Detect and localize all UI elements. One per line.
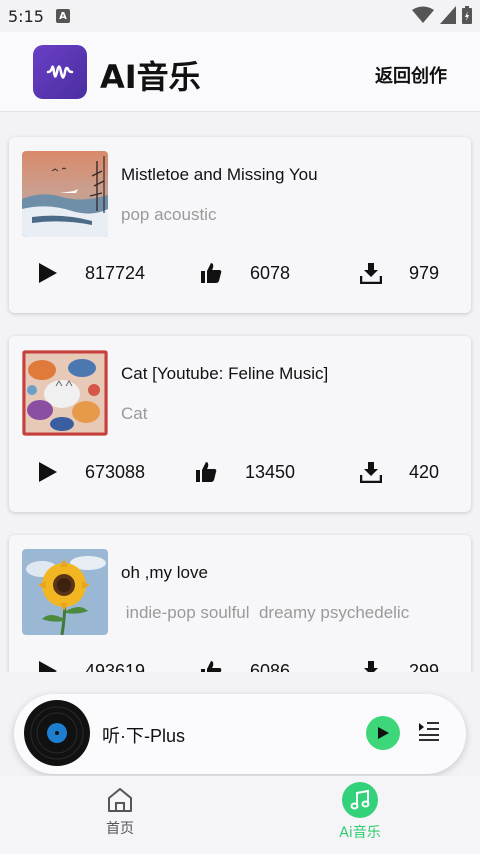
song-cover-image: [22, 549, 108, 635]
nav-ai-music-label: Ai音乐: [339, 825, 381, 841]
playlist-icon[interactable]: [418, 720, 440, 742]
song-cover-image: [22, 151, 108, 237]
play-icon[interactable]: [36, 262, 58, 284]
song-stats: 493619 6086 299: [9, 657, 471, 672]
waveform-icon: [46, 65, 74, 79]
play-count: 493619: [85, 661, 146, 672]
music-note-icon: [342, 782, 378, 818]
song-card[interactable]: Mistletoe and Missing You pop acoustic 8…: [9, 137, 471, 313]
play-button[interactable]: [366, 716, 400, 750]
wifi-icon: [412, 6, 434, 23]
song-tags: indie-pop soulful dreamy psychedelic: [121, 603, 410, 622]
play-icon: [378, 727, 389, 739]
status-bar: 5:15 A: [0, 0, 480, 32]
notification-icon: A: [55, 9, 70, 23]
song-stats: 817724 6078 979: [9, 259, 471, 289]
status-time: 5:15: [8, 6, 44, 26]
mini-player[interactable]: 听·下-Plus: [14, 694, 466, 774]
song-cover-image: [22, 350, 108, 436]
like-count: 13450: [245, 462, 296, 482]
download-icon[interactable]: [360, 262, 382, 284]
bottom-nav: 首页 Ai音乐: [0, 776, 480, 854]
now-playing-title: 听·下-Plus: [102, 726, 186, 746]
signal-icon: [440, 6, 456, 24]
song-card[interactable]: Cat [Youtube: Feline Music] Cat 673088 1…: [9, 336, 471, 512]
status-icons: [412, 6, 472, 24]
play-count: 817724: [85, 263, 146, 283]
home-icon: [108, 788, 132, 812]
song-title: Cat [Youtube: Feline Music]: [121, 364, 329, 383]
song-stats: 673088 13450 420: [9, 458, 471, 488]
page-title: AI音乐: [100, 58, 201, 96]
play-count: 673088: [85, 462, 146, 482]
play-icon[interactable]: [36, 660, 58, 672]
vinyl-disc-icon: [24, 700, 90, 766]
thumbs-up-icon[interactable]: [195, 461, 217, 483]
song-title: Mistletoe and Missing You: [121, 165, 318, 184]
battery-icon: [462, 6, 472, 24]
back-to-create-button[interactable]: 返回创作: [375, 62, 447, 88]
song-tags: Cat: [121, 404, 148, 423]
nav-home[interactable]: 首页: [60, 782, 180, 838]
like-count: 6078: [250, 263, 291, 283]
app-header: AI音乐 返回创作: [0, 32, 480, 112]
download-icon[interactable]: [360, 660, 382, 672]
song-list[interactable]: Mistletoe and Missing You pop acoustic 8…: [0, 112, 480, 672]
app-logo: [33, 45, 87, 99]
like-count: 6086: [250, 661, 291, 672]
download-count: 299: [409, 661, 440, 672]
nav-home-label: 首页: [106, 821, 134, 837]
nav-ai-music[interactable]: Ai音乐: [300, 782, 420, 842]
song-title: oh ,my love: [121, 563, 208, 582]
song-card[interactable]: oh ,my love indie-pop soulful dreamy psy…: [9, 535, 471, 672]
thumbs-up-icon[interactable]: [200, 262, 222, 284]
download-count: 979: [409, 263, 440, 283]
download-icon[interactable]: [360, 461, 382, 483]
download-count: 420: [409, 462, 440, 482]
thumbs-up-icon[interactable]: [200, 660, 222, 672]
play-icon[interactable]: [36, 461, 58, 483]
song-tags: pop acoustic: [121, 205, 217, 224]
